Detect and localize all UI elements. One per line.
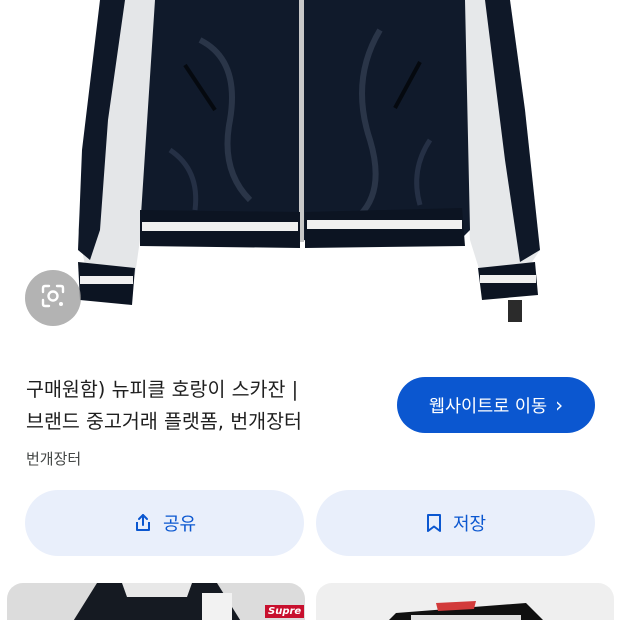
supreme-brand-tag: Supre <box>265 605 305 618</box>
visit-website-label: 웹사이트로 이동 <box>428 396 548 417</box>
share-label: 공유 <box>162 514 197 535</box>
result-title[interactable]: 구매원함) 뉴피클 호랑이 스카잔 | 브랜드 중고거래 플랫폼, 번개장터 <box>26 374 376 438</box>
jacket-illustration <box>78 0 540 322</box>
product-image[interactable] <box>0 0 620 350</box>
chevron-right-icon: › <box>555 393 564 417</box>
related-jacket-image <box>73 583 241 620</box>
google-lens-button[interactable] <box>25 270 81 326</box>
bookmark-icon <box>425 513 443 533</box>
result-title-line1: 구매원함) 뉴피클 호랑이 스카잔 | <box>26 378 299 401</box>
visit-website-button[interactable]: 웹사이트로 이동 › <box>397 377 595 433</box>
save-button[interactable]: 저장 <box>316 490 595 556</box>
save-label: 저장 <box>452 514 487 535</box>
result-title-line2: 브랜드 중고거래 플랫폼, 번개장터 <box>26 410 302 433</box>
share-button[interactable]: 공유 <box>25 490 304 556</box>
related-result-thumbnail[interactable]: Supre <box>7 583 305 620</box>
result-source: 번개장터 <box>26 450 82 468</box>
google-lens-icon <box>40 283 66 313</box>
share-icon <box>133 513 153 533</box>
related-result-thumbnail[interactable] <box>316 583 614 620</box>
related-jacket-image <box>389 601 543 620</box>
